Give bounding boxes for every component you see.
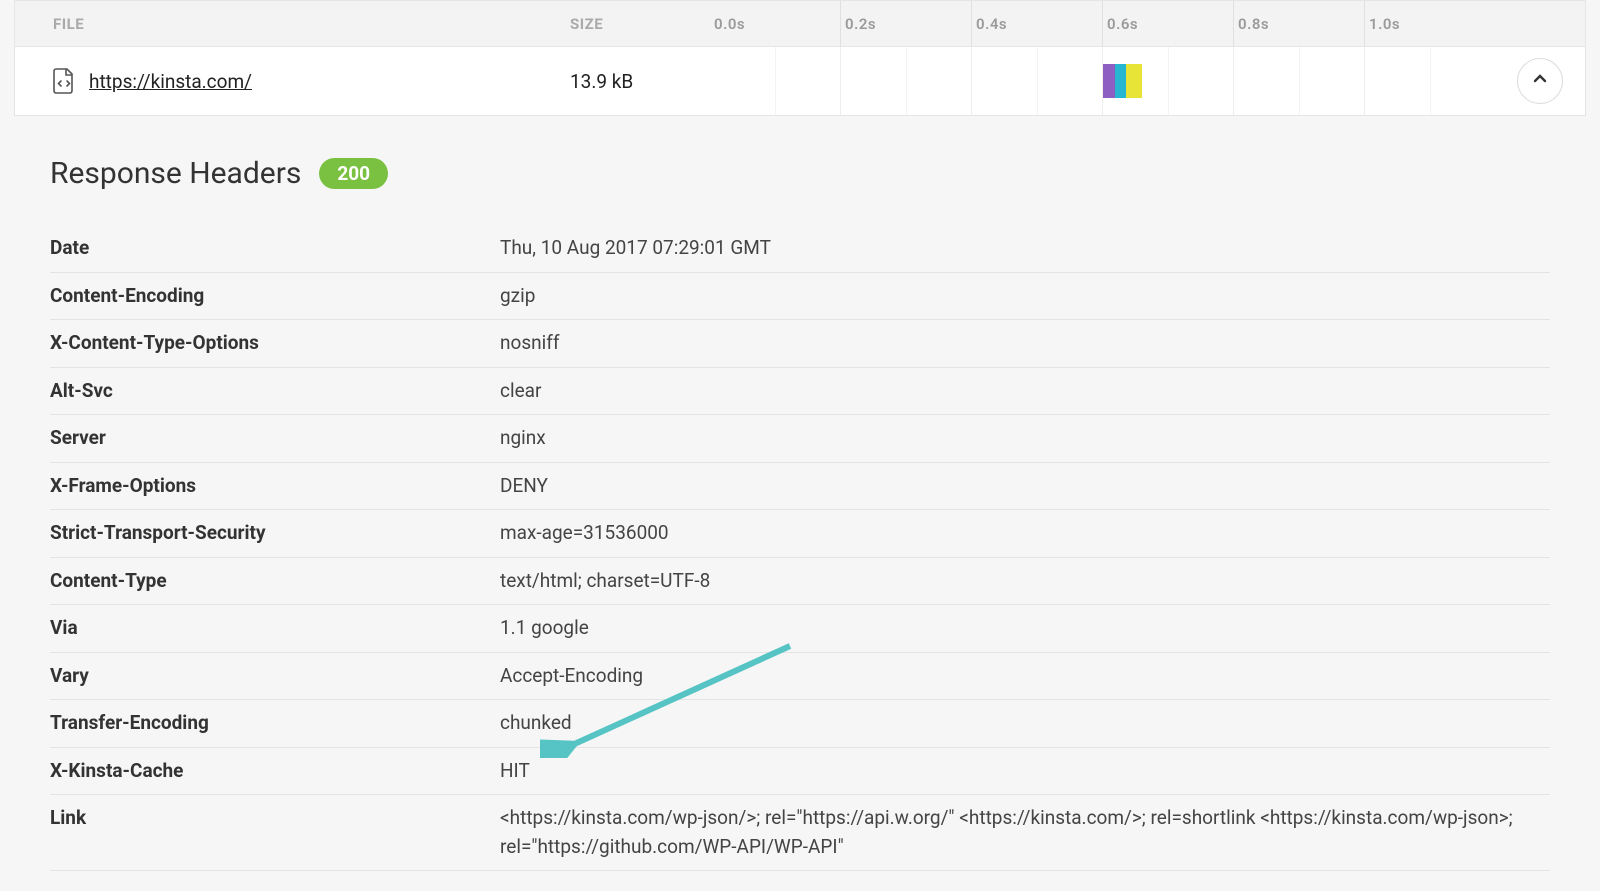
waterfall-bar <box>1126 64 1142 98</box>
section-title-text: Response Headers <box>50 156 301 191</box>
table-row: Link<https://kinsta.com/wp-json/>; rel="… <box>50 795 1550 871</box>
timeline-tick-label: 0.4s <box>976 15 1007 33</box>
column-header-size: SIZE <box>570 1 710 46</box>
section-title: Response Headers 200 <box>50 156 1550 191</box>
header-value: clear <box>500 367 1550 415</box>
timeline-tick-label: 0.0s <box>714 15 745 33</box>
table-row: DateThu, 10 Aug 2017 07:29:01 GMT <box>50 225 1550 272</box>
header-name: Server <box>50 415 500 463</box>
document-code-icon <box>53 68 75 94</box>
table-row: Via1.1 google <box>50 605 1550 653</box>
header-name: Date <box>50 225 500 272</box>
waterfall-timeline <box>710 47 1495 115</box>
header-name: Via <box>50 605 500 653</box>
header-value: <https://kinsta.com/wp-json/>; rel="http… <box>500 795 1550 871</box>
column-header-row: FILE SIZE 0.0s 0.2s 0.4s 0.6s 0.8s 1.0s <box>15 1 1585 47</box>
header-name: X-Frame-Options <box>50 462 500 510</box>
header-name: Strict-Transport-Security <box>50 510 500 558</box>
waterfall-panel: FILE SIZE 0.0s 0.2s 0.4s 0.6s 0.8s 1.0s https… <box>14 0 1586 116</box>
header-value: 1.1 google <box>500 605 1550 653</box>
header-name: Vary <box>50 652 500 700</box>
header-value: HIT <box>500 747 1550 795</box>
timeline-tick-label: 1.0s <box>1369 15 1400 33</box>
table-row: X-Kinsta-CacheHIT <box>50 747 1550 795</box>
table-row: Transfer-Encodingchunked <box>50 700 1550 748</box>
file-url-link[interactable]: https://kinsta.com/ <box>89 70 252 93</box>
headers-table: DateThu, 10 Aug 2017 07:29:01 GMTContent… <box>50 225 1550 871</box>
table-row: X-Content-Type-Optionsnosniff <box>50 320 1550 368</box>
column-header-file: FILE <box>15 1 570 46</box>
header-value: nginx <box>500 415 1550 463</box>
waterfall-bar <box>1115 64 1126 98</box>
header-name: Transfer-Encoding <box>50 700 500 748</box>
header-value: DENY <box>500 462 1550 510</box>
collapse-toggle-button[interactable] <box>1517 58 1563 104</box>
table-row: Servernginx <box>50 415 1550 463</box>
header-value: text/html; charset=UTF-8 <box>500 557 1550 605</box>
timeline-tick-label: 0.6s <box>1107 15 1138 33</box>
waterfall-bar <box>1103 64 1115 98</box>
timeline-tick-label: 0.2s <box>845 15 876 33</box>
header-value: max-age=31536000 <box>500 510 1550 558</box>
file-size: 13.9 kB <box>570 47 710 115</box>
table-row: X-Frame-OptionsDENY <box>50 462 1550 510</box>
status-badge: 200 <box>319 158 388 189</box>
table-row: Content-Encodinggzip <box>50 272 1550 320</box>
header-name: Alt-Svc <box>50 367 500 415</box>
column-header-toggle <box>1495 1 1585 46</box>
file-row[interactable]: https://kinsta.com/ 13.9 kB <box>15 47 1585 115</box>
header-name: X-Content-Type-Options <box>50 320 500 368</box>
response-headers-section: Response Headers 200 DateThu, 10 Aug 201… <box>0 116 1600 891</box>
timeline-tick-label: 0.8s <box>1238 15 1269 33</box>
header-name: X-Kinsta-Cache <box>50 747 500 795</box>
table-row: VaryAccept-Encoding <box>50 652 1550 700</box>
table-row: Strict-Transport-Securitymax-age=3153600… <box>50 510 1550 558</box>
header-value: chunked <box>500 700 1550 748</box>
chevron-up-icon <box>1531 70 1549 92</box>
header-value: Thu, 10 Aug 2017 07:29:01 GMT <box>500 225 1550 272</box>
header-name: Content-Encoding <box>50 272 500 320</box>
header-name: Link <box>50 795 500 871</box>
column-header-timeline: 0.0s 0.2s 0.4s 0.6s 0.8s 1.0s <box>710 1 1495 46</box>
header-value: nosniff <box>500 320 1550 368</box>
header-value: gzip <box>500 272 1550 320</box>
table-row: Content-Typetext/html; charset=UTF-8 <box>50 557 1550 605</box>
header-name: Content-Type <box>50 557 500 605</box>
table-row: Alt-Svcclear <box>50 367 1550 415</box>
header-value: Accept-Encoding <box>500 652 1550 700</box>
